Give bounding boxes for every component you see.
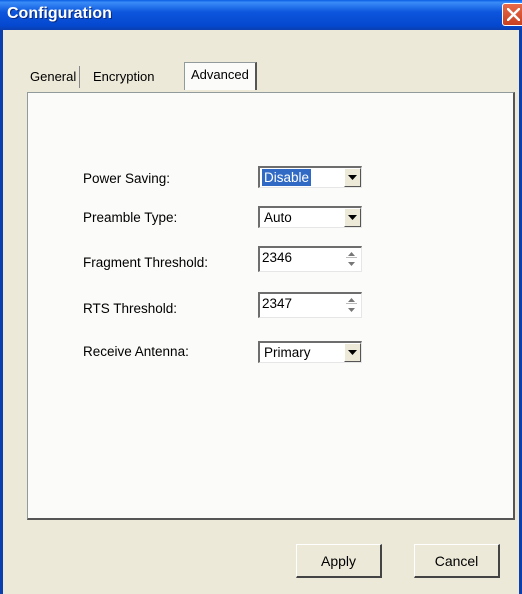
fragment-threshold-label: Fragment Threshold: — [83, 255, 209, 270]
fragment-threshold-spin-buttons[interactable] — [346, 250, 357, 269]
preamble-type-label: Preamble Type: — [83, 210, 178, 225]
fragment-threshold-value[interactable]: 2346 — [262, 250, 292, 265]
title-bar[interactable]: Configuration — [0, 0, 522, 30]
window-title: Configuration — [7, 5, 112, 22]
rts-threshold-spinner[interactable]: 2347 — [258, 292, 362, 318]
power-saving-label: Power Saving: — [83, 171, 171, 186]
rts-threshold-spin-buttons[interactable] — [346, 296, 357, 315]
spin-down-icon[interactable] — [346, 306, 357, 314]
close-icon — [507, 8, 520, 21]
tab-general[interactable]: General — [27, 66, 81, 88]
chevron-down-icon — [348, 215, 357, 220]
apply-button[interactable]: Apply — [296, 544, 382, 578]
preamble-type-dropdown[interactable]: Auto — [258, 206, 362, 228]
preamble-type-value: Auto — [264, 210, 292, 225]
configuration-window: Configuration General Encryption Advance… — [0, 0, 522, 594]
power-saving-value: Disable — [262, 169, 312, 186]
receive-antenna-dropdown[interactable]: Primary — [258, 341, 362, 363]
tab-encryption[interactable]: Encryption — [90, 66, 157, 88]
power-saving-dropdown-button[interactable] — [344, 168, 361, 187]
receive-antenna-dropdown-button[interactable] — [344, 343, 361, 362]
preamble-type-dropdown-button[interactable] — [344, 208, 361, 227]
cancel-button[interactable]: Cancel — [414, 544, 500, 578]
fragment-threshold-spinner[interactable]: 2346 — [258, 246, 362, 272]
tab-advanced[interactable]: Advanced — [184, 62, 257, 90]
receive-antenna-label: Receive Antenna: — [83, 344, 189, 359]
rts-threshold-value[interactable]: 2347 — [262, 296, 292, 311]
spin-up-icon[interactable] — [346, 296, 357, 304]
chevron-down-icon — [348, 175, 357, 180]
chevron-down-icon — [348, 350, 357, 355]
spin-down-icon[interactable] — [346, 260, 357, 268]
spin-up-icon[interactable] — [346, 250, 357, 258]
receive-antenna-value: Primary — [264, 345, 311, 360]
power-saving-dropdown[interactable]: Disable — [258, 166, 362, 188]
rts-threshold-label: RTS Threshold: — [83, 301, 178, 316]
close-button[interactable] — [502, 3, 522, 26]
